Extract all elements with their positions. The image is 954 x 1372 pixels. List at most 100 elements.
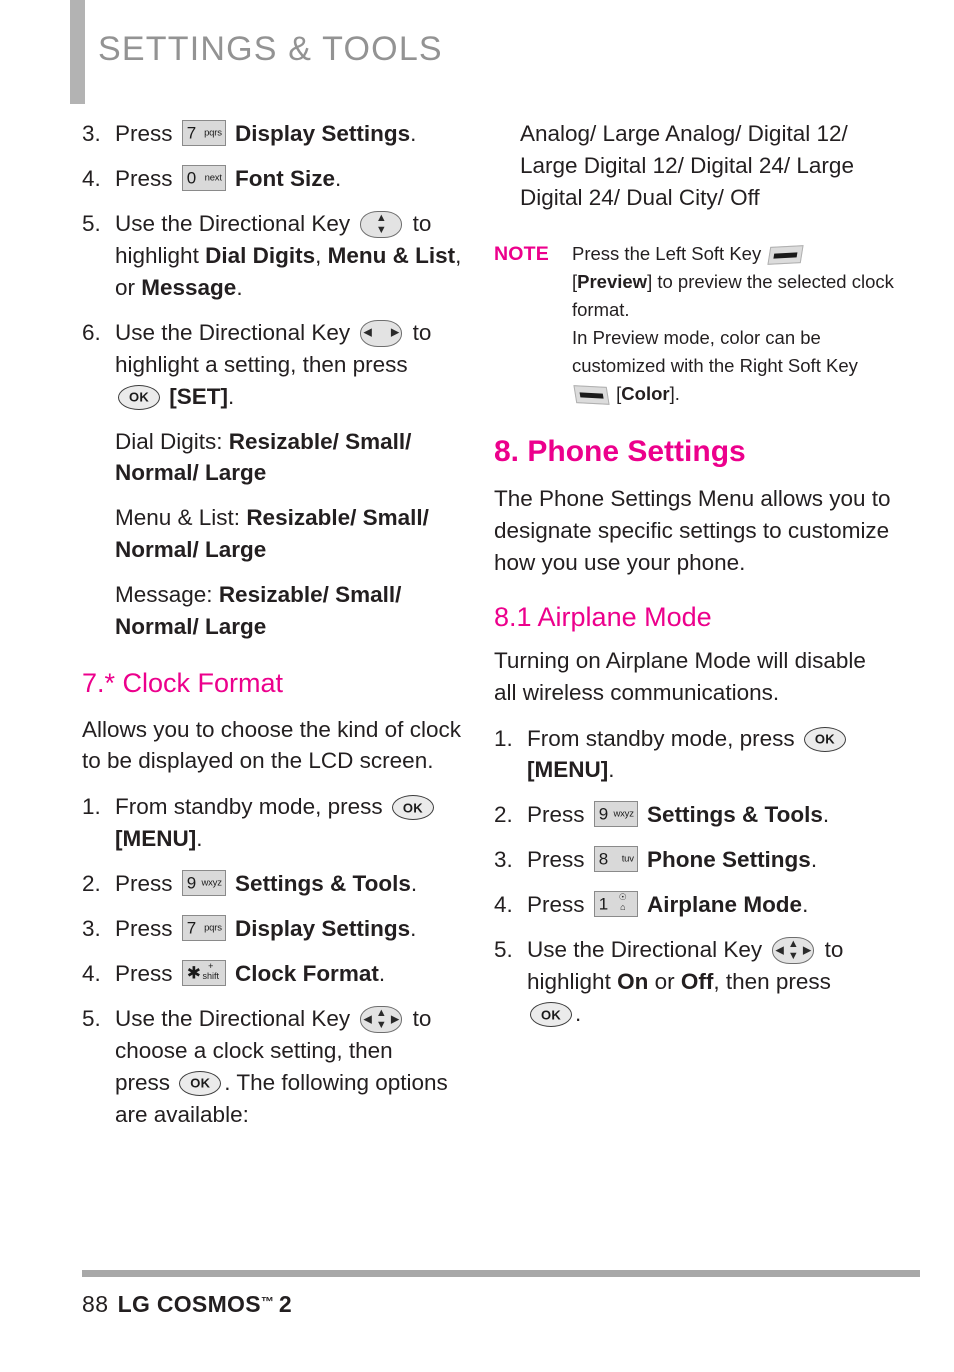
option-menu-list: Menu & List <box>327 242 456 268</box>
model-number: 2 <box>278 1291 292 1317</box>
step-period: . <box>410 916 417 942</box>
heading-clock-format: 7.* Clock Format <box>82 668 284 699</box>
step-text: Use the Directional Key <box>115 319 351 345</box>
ok-key-icon: OK <box>118 384 160 410</box>
step-number: 5. <box>82 1006 101 1032</box>
directional-key-4way-icon: ▲ ▼ ◀ ▶ <box>772 937 815 965</box>
note-line1: Press the Left Soft Key <box>572 242 762 264</box>
step-target-label: Settings & Tools <box>647 802 823 828</box>
page-number: 88 <box>82 1291 109 1317</box>
step-text-line2: highlight <box>527 969 618 995</box>
keypad-key-7-icon: 7 pqrs <box>181 915 226 942</box>
heading-phone-settings: 8. Phone Settings <box>494 435 746 469</box>
step-text-line2: highlight a setting, then press <box>115 351 408 377</box>
step-press-label: Press <box>115 121 173 146</box>
ok-key-icon: OK <box>530 1002 572 1028</box>
step-press-label: Press <box>115 916 173 942</box>
step-press-label: Press <box>115 165 173 191</box>
option-line-message: Message: Resizable/ Small/ Normal/ Large <box>82 579 474 643</box>
clock-format-intro: Allows you to choose the kind of clock t… <box>82 716 461 774</box>
keypad-key-star-shift-icon: ✱ + shift <box>181 960 226 987</box>
step-period: . <box>335 165 342 191</box>
ok-key-label: OK <box>814 731 835 747</box>
note-block: NOTE Press the Left Soft Key [Preview] t… <box>494 240 894 409</box>
arrow-left-icon: ◀ <box>775 944 784 957</box>
keypad-letters-bottom: ⌂ <box>620 901 626 912</box>
step-number: 3. <box>494 847 513 873</box>
step-text: Use the Directional Key <box>115 1006 351 1032</box>
option-label: Menu & List: <box>115 505 247 531</box>
step-press-label: Press <box>115 871 173 897</box>
clock-format-options-list: Analog/ Large Analog/ Digital 12/ Large … <box>520 121 854 210</box>
arrow-down-icon: ▼ <box>787 950 799 963</box>
step-clock-format-4: 4. Press ✱ + shift Clock Format. <box>82 958 474 990</box>
step-period: . <box>378 961 386 987</box>
step-press-label: Press <box>527 847 585 873</box>
heading-airplane-mode: 8.1 Airplane Mode <box>494 602 712 633</box>
step-text: Use the Directional Key <box>115 210 351 236</box>
keypad-letters: ☉ ⌂ <box>612 892 634 912</box>
directional-key-leftright-icon: ◀ ▶ <box>360 319 403 347</box>
airplane-mode-intro: Turning on Airplane Mode will disable al… <box>494 647 866 705</box>
step-text-after: to <box>824 937 844 963</box>
step-font-size-3: 3. Press 7 pqrs Display Settings. <box>82 118 474 150</box>
keypad-digit: 9 <box>186 873 197 893</box>
option-line-dial-digits: Dial Digits: Resizable/ Small/ Normal/ L… <box>82 426 474 490</box>
option-label: Dial Digits: <box>115 428 229 454</box>
ok-key-label: OK <box>190 1075 211 1091</box>
arrow-left-icon: ◀ <box>363 326 372 339</box>
ok-key-icon: OK <box>179 1070 222 1096</box>
ok-key-icon: OK <box>391 795 434 821</box>
keypad-digit: 7 <box>186 918 197 938</box>
arrow-down-icon: ▼ <box>375 1019 387 1032</box>
keypad-letters: pqrs <box>204 127 222 139</box>
brand-name: LG COSMOS <box>117 1291 261 1317</box>
step-font-size-4: 4. Press 0 next Font Size. <box>82 163 474 195</box>
step-target-label: Clock Format <box>235 961 379 987</box>
softkey-bracket-menu: [MENU] <box>115 826 197 852</box>
step-target-label: Font Size <box>235 165 336 191</box>
keypad-letters: next <box>204 172 222 184</box>
step-text-line2: highlight <box>115 242 206 268</box>
step-clock-format-1: 1. From standby mode, press OK [MENU]. <box>82 791 474 855</box>
step-number: 3. <box>82 121 101 146</box>
step-font-size-6: 6. Use the Directional Key ◀ ▶ to highli… <box>82 317 474 413</box>
step-number: 3. <box>82 916 101 942</box>
softkey-label-color: Color <box>621 383 670 405</box>
step-airplane-5: 5. Use the Directional Key ▲ ▼ ◀ ▶ to hi… <box>494 934 894 1030</box>
step-text-line4: are available: <box>115 1101 249 1127</box>
step-number: 2. <box>82 871 101 897</box>
step-airplane-3: 3. Press 8 tuv Phone Settings. <box>494 844 894 876</box>
step-period: . <box>236 274 243 300</box>
step-text-after: to <box>412 1006 432 1032</box>
trademark-symbol: ™ <box>260 1294 274 1309</box>
step-airplane-4: 4. Press 1 ☉ ⌂ Airplane Mode. <box>494 889 894 921</box>
arrow-left-icon: ◀ <box>363 1013 372 1026</box>
step-number: 5. <box>494 937 513 963</box>
option-line-menu-list: Menu & List: Resizable/ Small/ Normal/ L… <box>82 502 474 566</box>
keypad-letters: pqrs <box>204 922 222 934</box>
ok-key-label: OK <box>402 800 423 816</box>
step-target-label: Display Settings <box>235 916 411 942</box>
step-text: From standby mode, press <box>527 725 795 751</box>
ok-key-label: OK <box>128 389 150 405</box>
step-period: . <box>410 871 418 897</box>
step-text-after: to <box>412 210 432 236</box>
left-soft-key-icon <box>767 244 804 265</box>
softkey-label-preview: Preview <box>577 270 648 292</box>
ok-key-icon: OK <box>803 726 846 752</box>
keypad-key-1-icon: 1 ☉ ⌂ <box>593 891 638 918</box>
step-text: Use the Directional Key <box>527 937 763 963</box>
option-dial-digits: Dial Digits <box>205 242 316 268</box>
separator: or <box>648 969 681 995</box>
step-target-label: Phone Settings <box>647 847 811 873</box>
step-number: 1. <box>494 725 513 751</box>
step-period: . <box>228 383 235 409</box>
page-header-title: SETTINGS & TOOLS <box>98 30 443 68</box>
step-font-size-5: 5. Use the Directional Key ▲ ▼ to highli… <box>82 208 474 304</box>
step-number: 6. <box>82 319 101 345</box>
step-number: 4. <box>494 892 513 918</box>
step-number: 1. <box>82 794 101 820</box>
keypad-digit: 8 <box>598 849 609 869</box>
option-label: Message: <box>115 582 219 608</box>
